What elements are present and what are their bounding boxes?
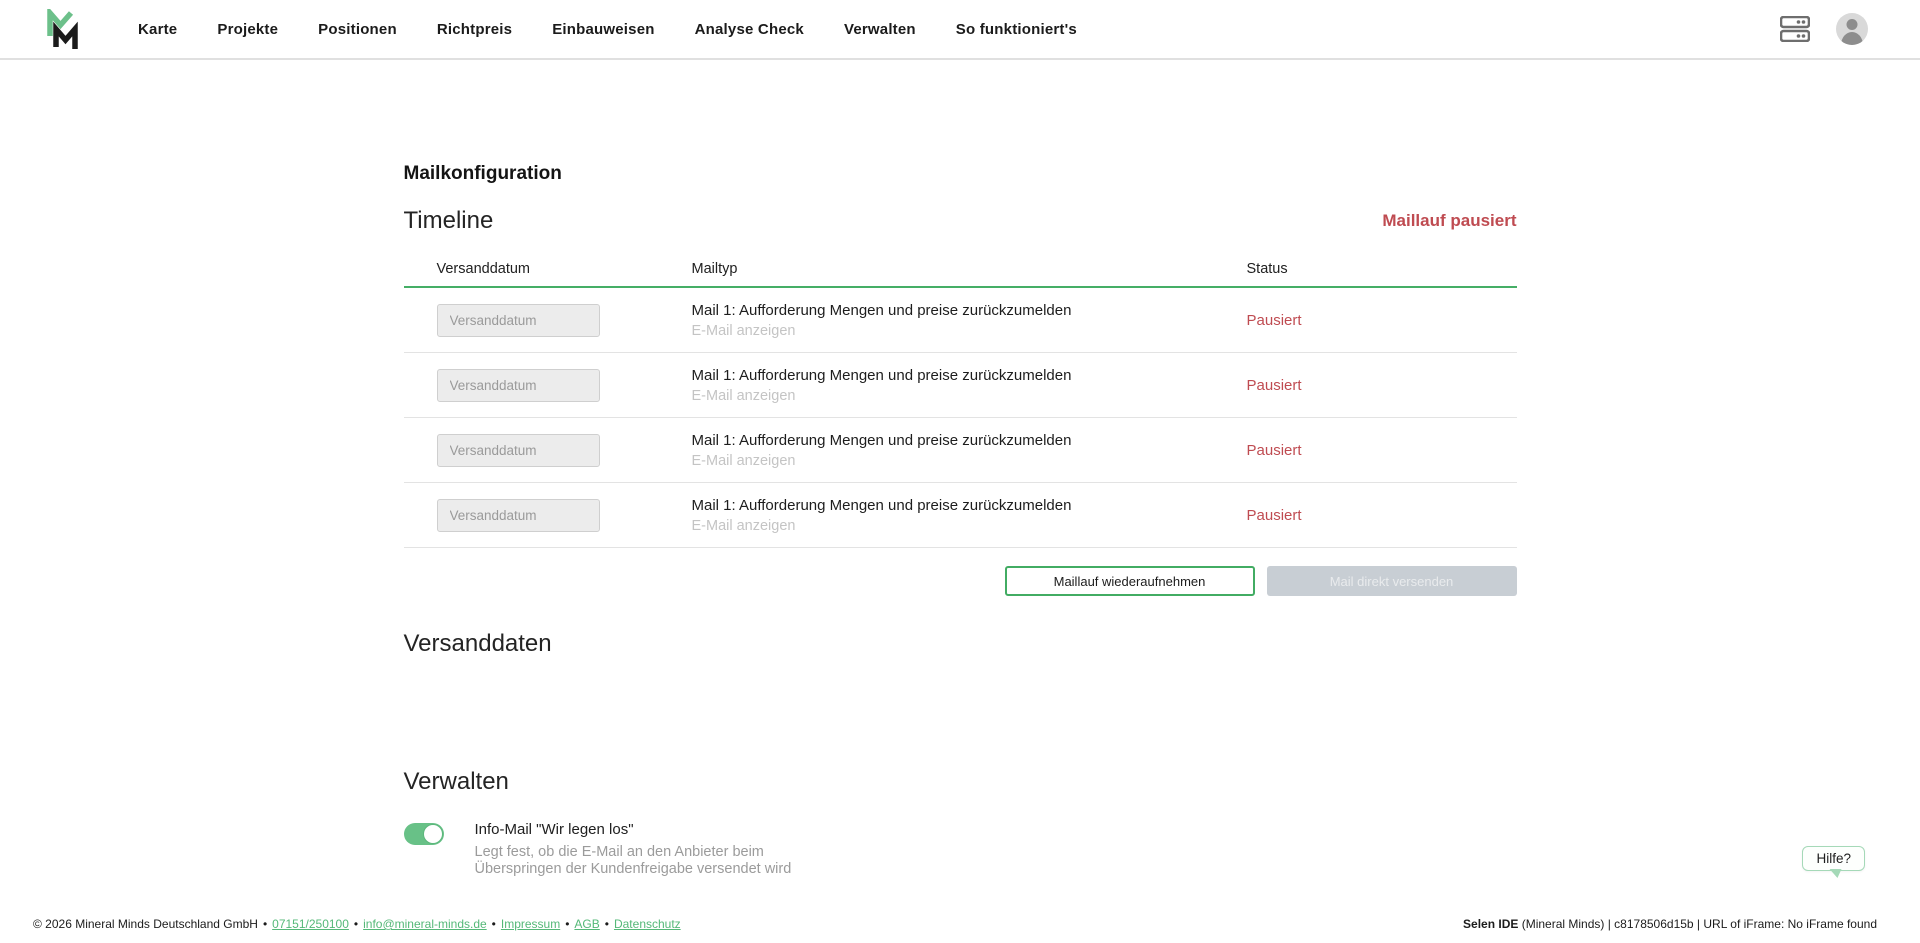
footer-impressum-link[interactable]: Impressum	[501, 917, 560, 931]
user-avatar-icon[interactable]	[1836, 13, 1868, 45]
nav-item-karte[interactable]: Karte	[138, 21, 177, 38]
versanddatum-cell	[404, 369, 692, 402]
versanddatum-cell	[404, 434, 692, 467]
footer-datenschutz-link[interactable]: Datenschutz	[614, 917, 681, 931]
versanddaten-heading: Versanddaten	[404, 630, 1517, 658]
versanddatum-input[interactable]	[437, 369, 600, 402]
nav-item-so-funktionierts[interactable]: So funktioniert's	[956, 21, 1077, 38]
status-badge: Pausiert	[1247, 312, 1517, 329]
versanddatum-cell	[404, 304, 692, 337]
avatar-head	[1847, 19, 1858, 30]
toggle-knob	[423, 824, 443, 844]
timeline-actions: Maillauf wiederaufnehmen Mail direkt ver…	[404, 566, 1517, 596]
col-header-mailtyp: Mailtyp	[692, 261, 1247, 277]
status-badge: Pausiert	[1247, 442, 1517, 459]
maillauf-wiederaufnehmen-button[interactable]: Maillauf wiederaufnehmen	[1005, 566, 1255, 596]
mineral-minds-logo-icon[interactable]	[46, 9, 80, 49]
nav-item-einbauweisen[interactable]: Einbauweisen	[552, 21, 654, 38]
main-nav: Karte Projekte Positionen Richtpreis Ein…	[138, 21, 1077, 38]
table-header-row: Versanddatum Mailtyp Status	[404, 261, 1517, 288]
email-anzeigen-link[interactable]: E-Mail anzeigen	[692, 518, 1247, 534]
verwalten-heading: Verwalten	[404, 768, 1517, 796]
email-anzeigen-link[interactable]: E-Mail anzeigen	[692, 388, 1247, 404]
footer-email-link[interactable]: info@mineral-minds.de	[363, 917, 487, 931]
status-badge: Pausiert	[1247, 507, 1517, 524]
mailtyp-cell: Mail 1: Aufforderung Mengen und preise z…	[692, 367, 1247, 404]
footer-separator: •	[605, 917, 609, 931]
footer-separator: •	[565, 917, 569, 931]
hilfe-button[interactable]: Hilfe?	[1802, 846, 1865, 871]
email-anzeigen-link[interactable]: E-Mail anzeigen	[692, 453, 1247, 469]
top-navbar: Karte Projekte Positionen Richtpreis Ein…	[0, 0, 1920, 60]
table-row: Mail 1: Aufforderung Mengen und preise z…	[404, 418, 1517, 483]
footer-phone-link[interactable]: 07151/250100	[272, 917, 349, 931]
versanddatum-input[interactable]	[437, 499, 600, 532]
mailtyp-cell: Mail 1: Aufforderung Mengen und preise z…	[692, 302, 1247, 339]
mail-direkt-versenden-button: Mail direkt versenden	[1267, 566, 1517, 596]
maillauf-status-text: Maillauf pausiert	[1382, 211, 1516, 231]
main-content: Mailkonfiguration Timeline Maillauf paus…	[404, 163, 1517, 878]
info-mail-setting-row: Info-Mail "Wir legen los" Legt fest, ob …	[404, 821, 1517, 878]
navbar-right	[1780, 13, 1868, 45]
info-mail-texts: Info-Mail "Wir legen los" Legt fest, ob …	[475, 821, 797, 878]
mailtyp-label: Mail 1: Aufforderung Mengen und preise z…	[692, 432, 1247, 449]
versanddatum-input[interactable]	[437, 434, 600, 467]
mailtyp-cell: Mail 1: Aufforderung Mengen und preise z…	[692, 432, 1247, 469]
server-icon[interactable]	[1780, 16, 1810, 42]
copyright-text: © 2026 Mineral Minds Deutschland GmbH	[33, 917, 258, 931]
footer-separator: •	[492, 917, 496, 931]
mailtyp-cell: Mail 1: Aufforderung Mengen und preise z…	[692, 497, 1247, 534]
footer-separator: •	[263, 917, 267, 931]
status-badge: Pausiert	[1247, 377, 1517, 394]
footer: © 2026 Mineral Minds Deutschland GmbH • …	[0, 905, 1920, 943]
table-row: Mail 1: Aufforderung Mengen und preise z…	[404, 288, 1517, 353]
page-title: Mailkonfiguration	[404, 163, 1517, 185]
footer-ide-info: Selen IDE (Mineral Minds) | c8178506d15b…	[1463, 917, 1877, 931]
footer-left: © 2026 Mineral Minds Deutschland GmbH • …	[33, 917, 681, 931]
col-header-status: Status	[1247, 261, 1517, 277]
mail-timeline-table: Versanddatum Mailtyp Status Mail 1: Auff…	[404, 261, 1517, 548]
nav-item-positionen[interactable]: Positionen	[318, 21, 397, 38]
email-anzeigen-link[interactable]: E-Mail anzeigen	[692, 323, 1247, 339]
footer-separator: •	[354, 917, 358, 931]
ide-details: (Mineral Minds) | c8178506d15b | URL of …	[1518, 917, 1877, 931]
mailtyp-label: Mail 1: Aufforderung Mengen und preise z…	[692, 367, 1247, 384]
nav-item-richtpreis[interactable]: Richtpreis	[437, 21, 512, 38]
timeline-section-header: Timeline Maillauf pausiert	[404, 207, 1517, 235]
col-header-versanddatum: Versanddatum	[404, 261, 692, 277]
info-mail-toggle[interactable]	[404, 823, 444, 845]
info-mail-label: Info-Mail "Wir legen los"	[475, 821, 797, 838]
mailtyp-label: Mail 1: Aufforderung Mengen und preise z…	[692, 497, 1247, 514]
avatar-body	[1841, 32, 1863, 45]
nav-item-projekte[interactable]: Projekte	[217, 21, 278, 38]
table-row: Mail 1: Aufforderung Mengen und preise z…	[404, 483, 1517, 548]
nav-item-analyse-check[interactable]: Analyse Check	[695, 21, 804, 38]
timeline-heading: Timeline	[404, 207, 494, 235]
versanddatum-input[interactable]	[437, 304, 600, 337]
versanddatum-cell	[404, 499, 692, 532]
nav-item-verwalten[interactable]: Verwalten	[844, 21, 916, 38]
mailtyp-label: Mail 1: Aufforderung Mengen und preise z…	[692, 302, 1247, 319]
footer-agb-link[interactable]: AGB	[574, 917, 599, 931]
info-mail-description: Legt fest, ob die E-Mail an den Anbieter…	[475, 844, 797, 878]
table-row: Mail 1: Aufforderung Mengen und preise z…	[404, 353, 1517, 418]
ide-brand: Selen IDE	[1463, 917, 1518, 931]
